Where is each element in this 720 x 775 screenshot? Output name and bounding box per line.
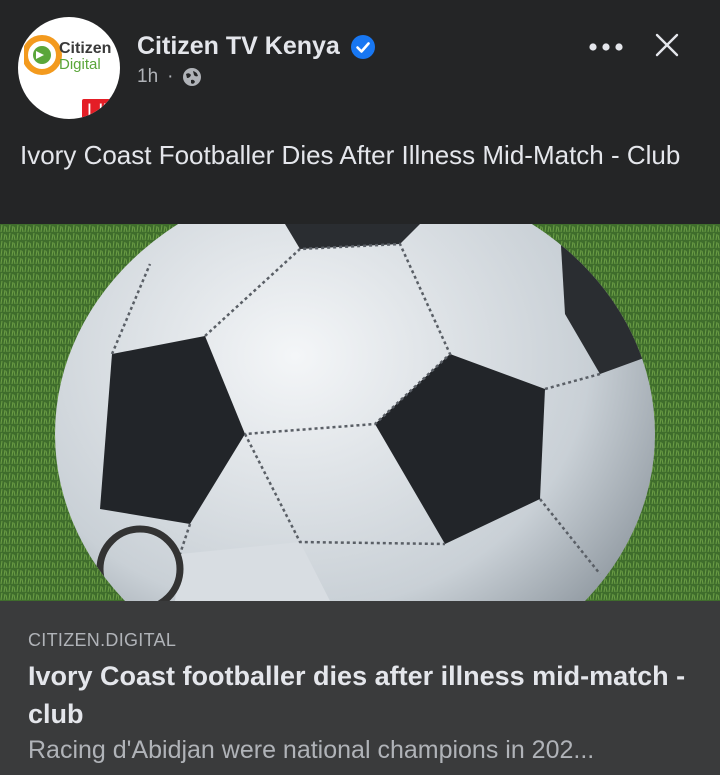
meta-separator: ·: [167, 66, 174, 87]
logo-text-line2: Digital: [59, 56, 101, 73]
more-options-button[interactable]: [588, 32, 624, 62]
live-badge: LIVE: [82, 99, 120, 119]
close-icon[interactable]: [652, 30, 682, 60]
link-title[interactable]: Ivory Coast footballer dies after illnes…: [28, 657, 698, 733]
soccer-ball-image: [0, 224, 720, 601]
link-domain: CITIZEN.DIGITAL: [28, 630, 177, 650]
post-timestamp[interactable]: 1h: [137, 66, 158, 88]
post-caption: Ivory Coast Footballer Dies After Illnes…: [20, 140, 681, 170]
citizen-digital-logo: Citizen Digital: [24, 35, 111, 75]
post-meta: 1h ·: [137, 66, 202, 88]
post-image-soccer-ball[interactable]: [0, 224, 720, 601]
verified-badge-icon: [350, 34, 375, 59]
page-avatar[interactable]: Citizen Digital LIVE: [18, 17, 120, 119]
link-description: Racing d'Abidjan were national champions…: [28, 736, 595, 764]
globe-icon[interactable]: [182, 67, 202, 87]
more-options-icon: [589, 43, 623, 51]
post-header: Citizen Digital LIVE Citizen TV Kenya 1h…: [0, 0, 720, 130]
page-name-row: Citizen TV Kenya: [137, 32, 376, 61]
page-name[interactable]: Citizen TV Kenya: [137, 32, 340, 61]
logo-text-line1: Citizen: [59, 40, 111, 57]
